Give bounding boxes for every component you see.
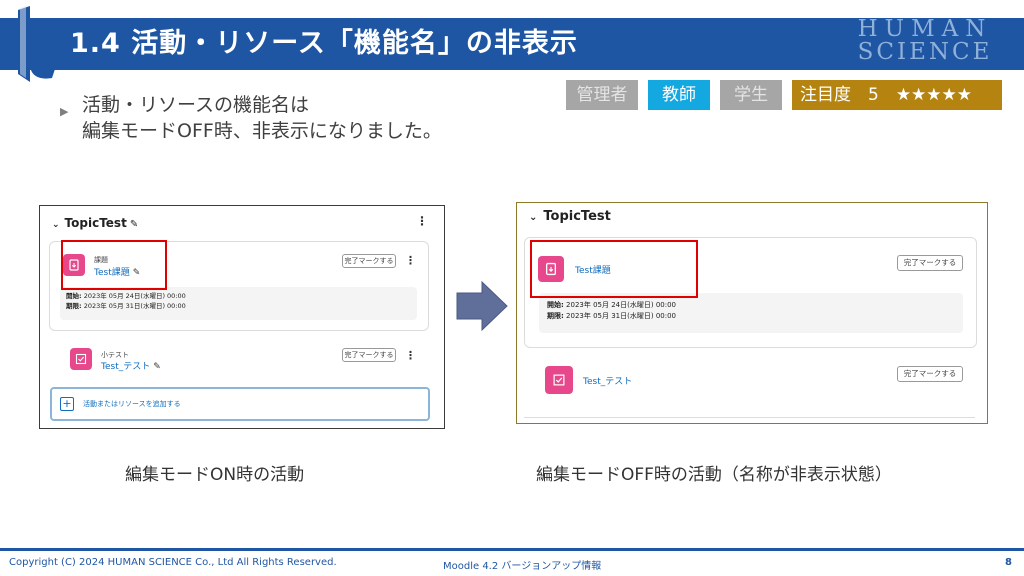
activity-menu-icon[interactable]: ⋮ [405,349,416,362]
mark-done-button[interactable]: 完了マークする [897,255,963,271]
activity-dates: 開始: 2023年 05月 24日(水曜日) 00:00 期限: 2023年 0… [60,287,417,320]
edit-pencil-icon[interactable]: ✎ [130,219,138,230]
opened-date: 2023年 05月 24日(水曜日) 00:00 [566,301,676,309]
footer-divider [0,548,1024,551]
opened-label: 開始: [547,301,564,309]
activity-menu-icon[interactable]: ⋮ [405,254,416,267]
role-badges: 管理者 教師 学生 注目度 5 ★★★★★ [566,80,1002,110]
badge-teacher: 教師 [648,80,710,110]
collapse-chevron-icon[interactable]: ⌄ [52,220,60,230]
divider [524,417,975,418]
due-label: 期限: [547,312,564,320]
opened-label: 開始: [66,292,82,300]
brand-line-1: HUMAN [857,16,993,42]
bullet-point: ▶ 活動・リソースの機能名は 編集モードOFF時、非表示になりました。 [60,92,442,144]
bullet-line-1: 活動・リソースの機能名は [82,94,310,116]
section-header: ⌄ TopicTest ✎ [52,216,138,230]
brand-logo: HUMAN SCIENCE [840,18,1010,70]
highlight-box [61,240,167,290]
badge-student: 学生 [720,80,782,110]
mark-done-button[interactable]: 完了マークする [342,348,396,362]
section-title: TopicTest [543,209,611,224]
company-logo-icon [18,6,56,82]
bullet-line-2: 編集モードOFF時、非表示になりました。 [82,120,442,142]
due-date: 2023年 05月 31日(水曜日) 00:00 [83,302,186,310]
page-title: 1.4 活動・リソース「機能名」の非表示 [70,28,578,59]
page-number: 8 [1005,557,1012,568]
quiz-link[interactable]: Test_テスト [583,374,632,387]
footer-doc-title: Moodle 4.2 バージョンアップ情報 [443,561,602,572]
plus-icon: + [60,397,74,411]
section-header: ⌄ TopicTest [529,209,611,224]
opened-date: 2023年 05月 24日(水曜日) 00:00 [83,292,186,300]
badge-admin: 管理者 [566,80,638,110]
bullet-triangle-icon: ▶ [60,105,69,118]
activity-dates: 開始: 2023年 05月 24日(水曜日) 00:00 期限: 2023年 0… [539,293,963,333]
due-date: 2023年 05月 31日(水曜日) 00:00 [566,312,676,320]
mark-done-button[interactable]: 完了マークする [897,366,963,382]
highlight-box [530,240,698,298]
mark-done-button[interactable]: 完了マークする [342,254,396,268]
caption-edit-on: 編集モードON時の活動 [125,465,305,485]
quiz-icon [70,348,92,370]
section-menu-icon[interactable]: ⋮ [416,214,428,228]
due-label: 期限: [66,302,82,310]
add-activity-button[interactable]: + 活動またはリソースを追加する [50,387,430,421]
arrow-right-icon [456,281,508,331]
quiz-icon [545,366,573,394]
footer-copyright: Copyright (C) 2024 HUMAN SCIENCE Co., Lt… [9,557,337,568]
quiz-name[interactable]: Test_テスト [101,362,150,372]
collapse-chevron-icon[interactable]: ⌄ [529,212,537,223]
screenshot-edit-on: ⌄ TopicTest ✎ ⋮ 課題 Test課題 ✎ 完了マークする ⋮ 開始: 2… [39,205,445,429]
section-title: TopicTest [64,216,127,230]
badge-attention: 注目度 5 ★★★★★ [792,80,1002,110]
screenshot-edit-off: ⌄ TopicTest Test課題 完了マークする 開始: 2023年 05月 … [516,202,988,424]
add-activity-label: 活動またはリソースを追加する [83,400,181,408]
brand-line-2: SCIENCE [857,39,993,65]
edit-pencil-icon[interactable]: ✎ [153,362,161,372]
quiz-link[interactable]: Test_テスト ✎ [101,359,161,372]
caption-edit-off: 編集モードOFF時の活動（名称が非表示状態） [536,465,892,485]
